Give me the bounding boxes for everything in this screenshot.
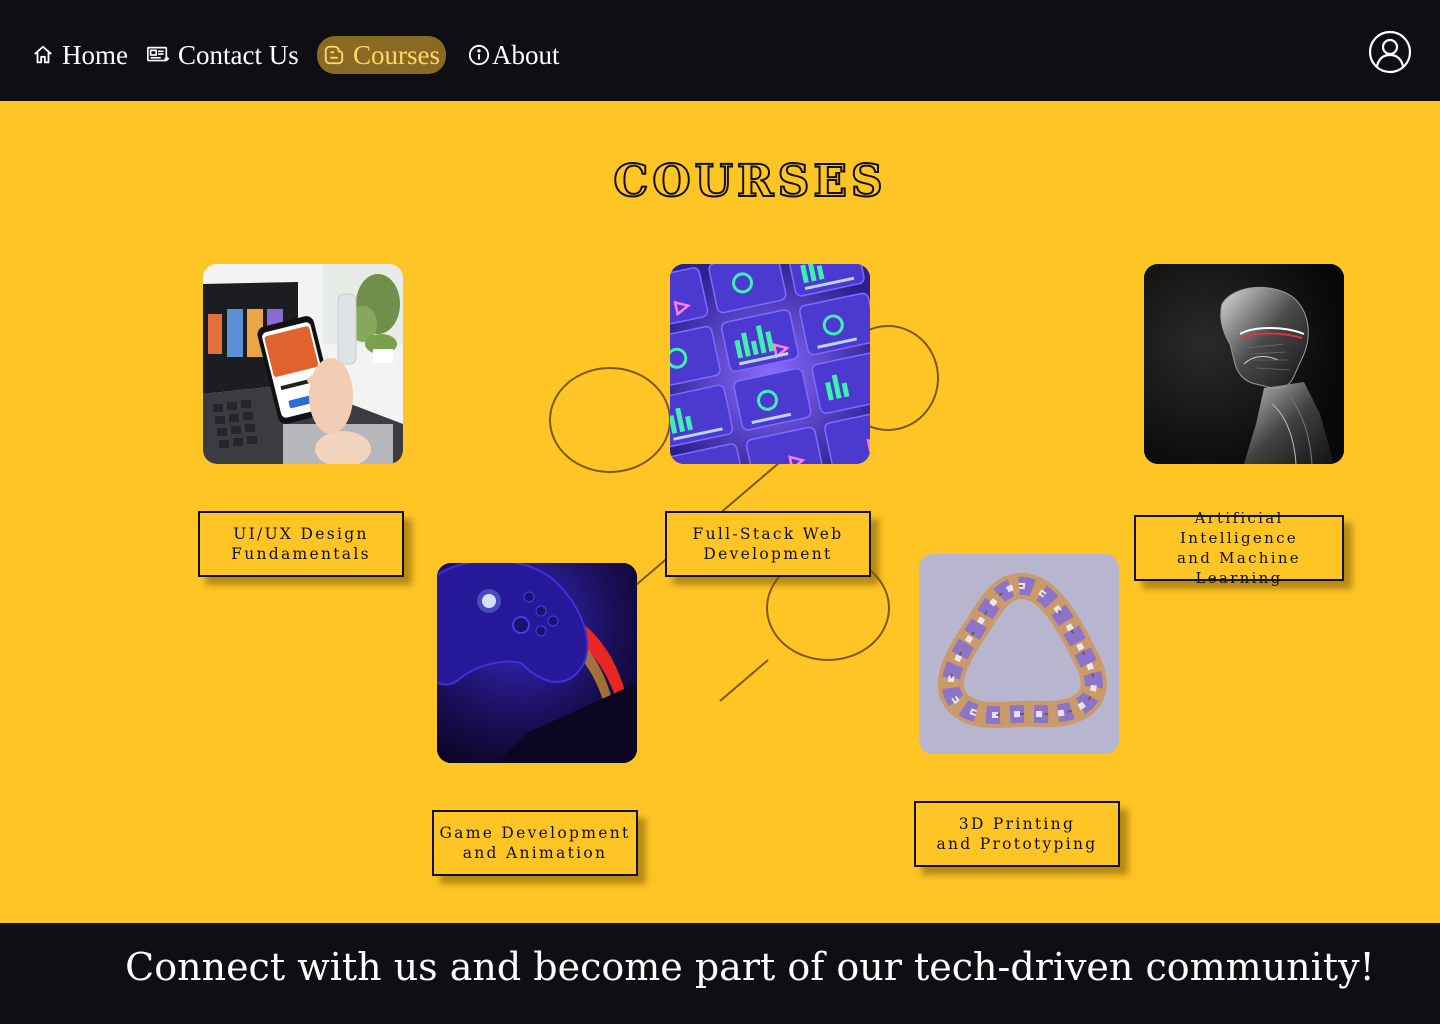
course-image-3dprinting[interactable] <box>919 554 1119 754</box>
robot-head-photo <box>1144 264 1344 464</box>
course-title-line1: Game Development <box>439 824 631 842</box>
decor-ellipse <box>549 367 671 473</box>
course-title-line1: 3D Printing <box>958 815 1076 833</box>
course-title-line1: UI/UX Design <box>233 525 369 543</box>
page-title: COURSES <box>612 155 887 208</box>
course-title-line2: and Animation <box>462 844 608 862</box>
nav-contact-link[interactable]: Contact Us <box>146 36 299 74</box>
course-title-line2: and Prototyping <box>936 835 1098 853</box>
user-icon <box>1368 30 1412 74</box>
course-image-uiux[interactable] <box>203 264 403 464</box>
course-card-gamedev[interactable]: Game Development and Animation <box>432 810 638 876</box>
nav-home-link[interactable]: Home <box>32 36 128 74</box>
contact-card-icon <box>146 44 170 66</box>
nav-about-link[interactable]: About <box>468 36 560 74</box>
info-icon <box>468 44 490 66</box>
course-image-ai[interactable] <box>1144 264 1344 464</box>
dashboard-tiles-photo <box>670 264 870 464</box>
decor-line <box>719 659 769 702</box>
course-title-line2: Fundamentals <box>231 545 371 563</box>
course-title-line2: Development <box>703 545 833 563</box>
user-account-button[interactable] <box>1368 30 1412 74</box>
course-title-line2: and Machine Learning <box>1177 549 1301 587</box>
footer: Connect with us and become part of our t… <box>0 923 1440 1024</box>
blogger-icon <box>323 44 345 66</box>
course-image-gamedev[interactable] <box>437 563 637 763</box>
course-title-line1: Artificial Intelligence <box>1180 509 1298 547</box>
game-controller-photo <box>437 563 637 763</box>
course-card-3dprinting[interactable]: 3D Printing and Prototyping <box>914 801 1120 867</box>
course-card-uiux[interactable]: UI/UX Design Fundamentals <box>198 511 404 577</box>
laptop-and-phone-photo <box>203 264 403 464</box>
course-image-fullstack[interactable] <box>670 264 870 464</box>
twisted-ring-photo <box>919 554 1119 754</box>
home-icon <box>32 44 54 66</box>
course-title-line1: Full-Stack Web <box>692 525 844 543</box>
course-card-ai[interactable]: Artificial Intelligence and Machine Lear… <box>1134 509 1344 587</box>
nav-home-label: Home <box>62 39 128 70</box>
footer-tagline: Connect with us and become part of our t… <box>125 945 1375 989</box>
nav-courses-label: Courses <box>353 39 440 70</box>
course-card-fullstack[interactable]: Full-Stack Web Development <box>665 511 871 577</box>
nav-courses-link[interactable]: Courses <box>317 36 446 74</box>
top-navigation-bar: Home Contact Us Courses About <box>0 0 1440 101</box>
nav-contact-label: Contact Us <box>178 39 299 70</box>
nav-about-label: About <box>492 39 560 70</box>
